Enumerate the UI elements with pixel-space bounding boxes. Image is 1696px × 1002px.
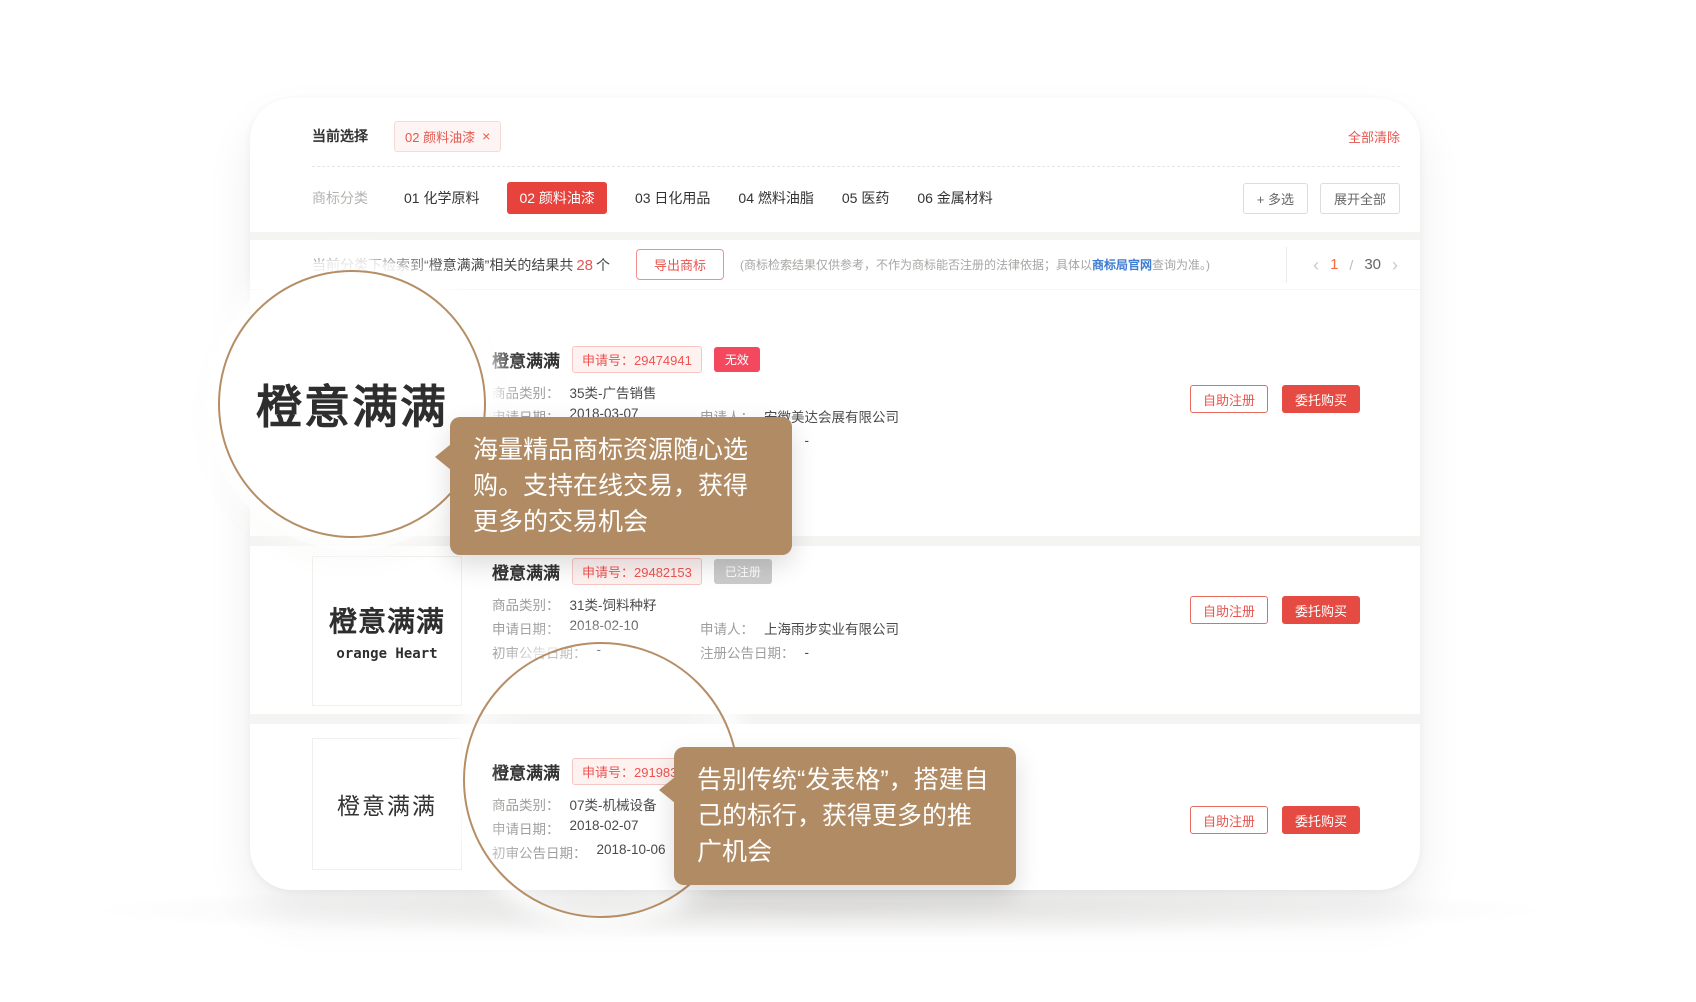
pagination: ‹ 1 / 30 › (1286, 247, 1398, 283)
category-item-03[interactable]: 03 日化用品 (635, 188, 710, 208)
category-row: 商标分类 01 化学原料 02 颜料油漆 03 日化用品 04 燃料油脂 05 … (250, 167, 1420, 229)
export-trademarks-button[interactable]: 导出商标 (636, 249, 724, 280)
thumbnail-mark-text: 橙意满满 (337, 787, 437, 821)
entrust-purchase-button[interactable]: 委托购买 (1282, 596, 1360, 624)
window-base-shadow (100, 882, 1540, 938)
result-count: 28 (576, 257, 593, 274)
applicant-label: 申请人： (700, 618, 754, 638)
category-value: 31类-饲料种籽 (570, 594, 657, 614)
entrust-purchase-button[interactable]: 委托购买 (1282, 806, 1360, 834)
disclaimer-prefix: (商标检索结果仅供参考，不作为商标能否注册的法律依据；具体以 (740, 258, 1092, 272)
selected-filter-tag[interactable]: 02 颜料油漆 × (394, 121, 501, 152)
reg-notice-label: 注册公告日期： (700, 642, 795, 662)
application-number-badge: 申请号：29482153 (572, 558, 702, 585)
tooltip-text: 告别传统“发表格”，搭建自己的标行，获得更多的推广机会 (697, 766, 989, 866)
trademark-name[interactable]: 橙意满满 (492, 559, 560, 584)
prev-page-icon[interactable]: ‹ (1313, 256, 1319, 274)
category-row-label: 商标分类 (312, 188, 368, 208)
thumbnail-mark-text: 橙意满满 (329, 600, 445, 640)
reg-notice-value: - (805, 433, 810, 448)
trademark-office-link[interactable]: 商标局官网 (1092, 258, 1152, 272)
row-gap (250, 714, 1420, 724)
trademark-name[interactable]: 橙意满满 (492, 347, 560, 372)
self-register-button[interactable]: 自助注册 (1190, 806, 1268, 834)
application-number-badge: 申请号：29474941 (572, 346, 702, 373)
category-list: 01 化学原料 02 颜料油漆 03 日化用品 04 燃料油脂 05 医药 06… (404, 182, 993, 214)
tooltip-promotion: 告别传统“发表格”，搭建自己的标行，获得更多的推广机会 (674, 747, 1016, 885)
tooltip-trade-resources: 海量精品商标资源随心选购。支持在线交易，获得更多的交易机会 (450, 417, 792, 555)
total-pages: 30 (1364, 256, 1381, 273)
row-gap (250, 536, 1420, 546)
self-register-button[interactable]: 自助注册 (1190, 385, 1268, 413)
results-header: 当前分类下检索到“橙意满满”相关的结果共28个 导出商标 (商标检索结果仅供参考… (250, 240, 1420, 290)
category-label: 商品类别： (492, 382, 560, 402)
disclaimer-suffix: 查询为准。) (1152, 258, 1210, 272)
category-item-01[interactable]: 01 化学原料 (404, 188, 479, 208)
thumbnail-mark-subtext: orange Heart (336, 646, 437, 662)
applicant-value: 上海雨步实业有限公司 (764, 618, 899, 638)
category-item-06[interactable]: 06 金属材料 (917, 188, 992, 208)
magnifier-circle-top: 橙意满满 (218, 270, 486, 538)
row-actions: 自助注册 委托购买 (1190, 596, 1360, 714)
selected-filter-tag-label: 02 颜料油漆 (405, 127, 475, 146)
trademark-thumbnail[interactable]: 橙意满满 (312, 738, 462, 870)
self-register-button[interactable]: 自助注册 (1190, 596, 1268, 624)
entrust-purchase-button[interactable]: 委托购买 (1282, 385, 1360, 413)
next-page-icon[interactable]: › (1392, 256, 1398, 274)
trademark-thumbnail[interactable]: 橙意满满 orange Heart (312, 556, 462, 706)
page-separator: / (1349, 257, 1353, 273)
multi-select-button[interactable]: + 多选 (1243, 183, 1308, 214)
trademark-row: 橙意满满 orange Heart 橙意满满 申请号：29482153 已注册 … (250, 546, 1420, 714)
filter-panel: 当前选择 02 颜料油漆 × 全部清除 商标分类 01 化学原料 02 颜料油漆… (250, 98, 1420, 232)
summary-suffix: 个 (596, 257, 610, 273)
category-value: 35类-广告销售 (570, 382, 657, 402)
tooltip-arrow-icon (659, 777, 675, 803)
category-label: 商品类别： (492, 594, 560, 614)
row-actions: 自助注册 委托购买 (1190, 385, 1360, 536)
category-item-05[interactable]: 05 医药 (842, 188, 889, 208)
tooltip-arrow-icon (435, 444, 451, 470)
row-actions: 自助注册 委托购买 (1190, 806, 1360, 890)
category-item-04[interactable]: 04 燃料油脂 (738, 188, 813, 208)
status-badge: 无效 (714, 347, 760, 372)
expand-all-button[interactable]: 展开全部 (1320, 183, 1400, 214)
disclaimer-text: (商标检索结果仅供参考，不作为商标能否注册的法律依据；具体以商标局官网查询为准。… (740, 256, 1286, 273)
reg-notice-value: - (805, 645, 810, 660)
current-page: 1 (1330, 256, 1338, 273)
apply-date-value: 2018-02-10 (570, 618, 639, 638)
tooltip-text: 海量精品商标资源随心选购。支持在线交易，获得更多的交易机会 (473, 436, 748, 536)
current-selection-row: 当前选择 02 颜料油漆 × 全部清除 (250, 98, 1420, 166)
apply-date-label: 申请日期： (492, 618, 560, 638)
category-item-02-selected[interactable]: 02 颜料油漆 (507, 182, 606, 214)
remove-tag-icon[interactable]: × (482, 129, 490, 143)
filter-actions: + 多选 展开全部 (1243, 183, 1400, 214)
magnified-trademark-text: 橙意满满 (256, 371, 448, 437)
current-selection-label: 当前选择 (312, 126, 368, 146)
status-badge: 已注册 (714, 559, 772, 584)
clear-all-button[interactable]: 全部清除 (1348, 127, 1400, 146)
